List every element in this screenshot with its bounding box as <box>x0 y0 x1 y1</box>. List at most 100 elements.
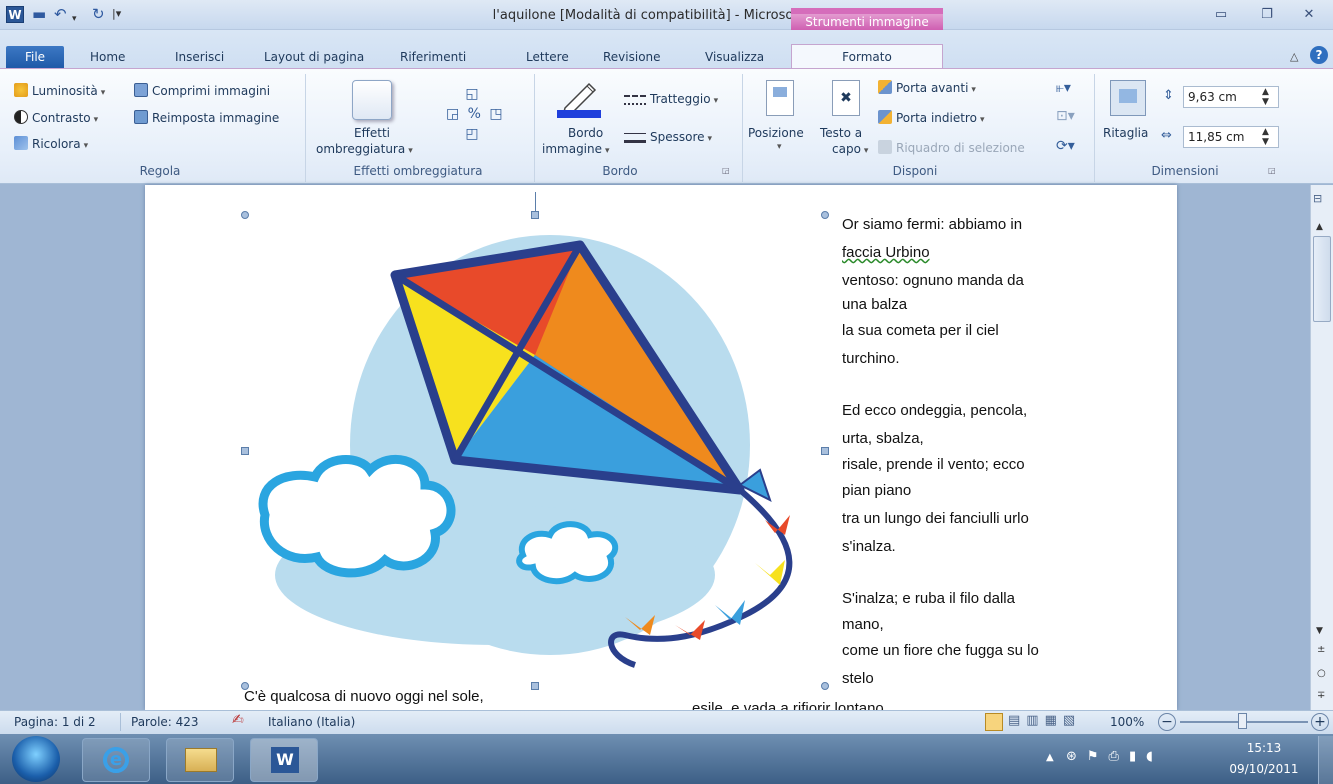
dimensioni-launcher-icon[interactable]: ◲ <box>1268 166 1276 175</box>
help-icon[interactable]: ? <box>1310 46 1328 64</box>
bordo-label-1[interactable]: Bordo <box>568 126 603 140</box>
redo-icon[interactable]: ↻ <box>92 6 105 22</box>
ie-taskbar-button[interactable]: e <box>82 738 150 782</box>
shadow-effects-button[interactable]: ombreggiatura ▾ <box>316 142 413 156</box>
separator <box>305 74 306 182</box>
rotate-stem <box>535 192 536 212</box>
ie-icon: e <box>103 747 129 773</box>
zoom-out-button[interactable]: − <box>1158 713 1176 731</box>
crop-icon[interactable] <box>1110 80 1146 116</box>
clock-date[interactable]: 09/10/2011 <box>1222 762 1306 776</box>
view-mode-icons[interactable]: ▤▥▦▧ <box>1008 713 1081 728</box>
resize-handle[interactable] <box>821 211 829 219</box>
ruler-toggle-icon[interactable]: ⊟ <box>1313 192 1322 205</box>
save-icon[interactable]: ▬ <box>32 6 46 22</box>
luminosita-button[interactable]: Luminosità ▾ <box>14 83 105 98</box>
word-app-icon[interactable]: W <box>6 6 24 23</box>
text-line: come un fiore che fugga su lo <box>842 642 1039 659</box>
start-button[interactable] <box>12 736 60 782</box>
page-count[interactable]: Pagina: 1 di 2 <box>14 715 96 729</box>
scroll-up-icon[interactable]: ▲ <box>1316 222 1323 232</box>
text-line: pian piano <box>842 482 912 499</box>
tratteggio-button[interactable]: Tratteggio ▾ <box>624 92 718 106</box>
minimize-ribbon-icon[interactable]: △ <box>1290 50 1298 63</box>
tab-file[interactable]: File <box>6 46 64 68</box>
posizione-dropdown-icon[interactable]: ▾ <box>777 142 782 152</box>
comprimi-immagini-button[interactable]: Comprimi immagini <box>134 83 270 98</box>
posizione-button[interactable]: Posizione <box>748 126 804 140</box>
spessore-button[interactable]: Spessore ▾ <box>624 130 712 144</box>
tab-home[interactable]: Home <box>90 50 125 64</box>
resize-handle[interactable] <box>241 447 249 455</box>
minimize-icon[interactable]: ▭ <box>1210 6 1232 24</box>
clock-time[interactable]: 15:13 <box>1234 741 1294 755</box>
position-icon[interactable] <box>766 80 794 116</box>
group-icon[interactable]: ⊡▾ <box>1056 108 1075 124</box>
undo-dropdown-icon[interactable]: ▾ <box>72 11 77 27</box>
bordo-launcher-icon[interactable]: ◲ <box>722 166 730 175</box>
rotate-icon[interactable]: ⟳▾ <box>1056 138 1075 154</box>
tab-revisione[interactable]: Revisione <box>603 50 661 64</box>
dash-icon <box>624 95 646 105</box>
align-icon[interactable]: ⫦▾ <box>1056 80 1071 96</box>
tab-visualizza[interactable]: Visualizza <box>705 50 764 64</box>
testo-a-capo-label[interactable]: Testo a <box>820 126 862 140</box>
restore-icon[interactable]: ❐ <box>1256 6 1278 24</box>
zoom-slider-thumb[interactable] <box>1238 713 1247 729</box>
spellcheck-icon[interactable]: ✍ <box>232 712 244 728</box>
tab-lettere[interactable]: Lettere <box>526 50 569 64</box>
print-layout-icon[interactable] <box>985 713 1003 731</box>
width-spinner[interactable]: ▲ ▼ <box>1262 127 1269 147</box>
folder-icon <box>185 748 217 772</box>
customize-qat-icon[interactable]: |▾ <box>112 6 121 22</box>
testo-a-capo-button[interactable]: capo ▾ <box>832 142 868 156</box>
language[interactable]: Italiano (Italia) <box>268 715 355 729</box>
group-label-dimensioni: Dimensioni <box>1151 164 1219 178</box>
resize-handle[interactable] <box>531 682 539 690</box>
contrasto-button[interactable]: Contrasto ▾ <box>14 110 98 125</box>
height-spinner[interactable]: ▲ ▼ <box>1262 87 1269 107</box>
zoom-in-button[interactable]: + <box>1311 713 1329 731</box>
previous-page-icon[interactable]: ± <box>1317 644 1325 655</box>
text-line: ventoso: ognuno manda da <box>842 272 1024 289</box>
tray-icons[interactable]: ⊛⚑⎙▮◖ <box>1066 749 1163 764</box>
close-icon[interactable]: ✕ <box>1298 6 1320 24</box>
ritaglia-button[interactable]: Ritaglia <box>1103 126 1148 140</box>
bordo-immagine-button[interactable]: immagine ▾ <box>542 142 610 156</box>
resize-handle[interactable] <box>531 211 539 219</box>
porta-avanti-button[interactable]: Porta avanti ▾ <box>878 80 976 95</box>
shadow-effects-icon[interactable] <box>352 80 392 120</box>
context-tool-title: Strumenti immagine <box>791 14 943 30</box>
tab-formato[interactable]: Formato <box>791 44 943 69</box>
text-line: Ed ecco ondeggia, pencola, <box>842 402 1028 419</box>
porta-indietro-button[interactable]: Porta indietro ▾ <box>878 110 984 125</box>
weight-icon <box>624 133 646 143</box>
wrap-text-icon[interactable]: ✖ <box>832 80 860 116</box>
next-page-icon[interactable]: ∓ <box>1317 690 1325 701</box>
scroll-thumb[interactable] <box>1313 236 1331 322</box>
undo-icon[interactable]: ↶ <box>54 6 67 22</box>
riquadro-selezione-button[interactable]: Riquadro di selezione <box>878 140 1025 155</box>
tab-layout[interactable]: Layout di pagina <box>264 50 364 64</box>
resize-handle[interactable] <box>821 682 829 690</box>
shadow-effects-label-1[interactable]: Effetti <box>348 126 396 140</box>
text-line: tra un lungo dei fanciulli urlo <box>842 510 1029 527</box>
nudge-shadow-icons[interactable]: ◱ ◲ % ◳ ◰ <box>446 84 505 144</box>
scroll-down-icon[interactable]: ▼ <box>1316 626 1323 636</box>
tab-inserisci[interactable]: Inserisci <box>175 50 224 64</box>
ricolora-button[interactable]: Ricolora ▾ <box>14 136 88 151</box>
explorer-taskbar-button[interactable] <box>166 738 234 782</box>
reset-picture-icon <box>134 110 148 124</box>
browse-object-icon[interactable]: ○ <box>1317 668 1326 679</box>
zoom-level[interactable]: 100% <box>1110 715 1144 729</box>
selection-pane-icon <box>878 140 892 154</box>
kite-picture[interactable] <box>245 215 825 685</box>
word-taskbar-button[interactable]: W <box>250 738 318 782</box>
show-desktop-button[interactable] <box>1318 736 1333 784</box>
resize-handle[interactable] <box>241 211 249 219</box>
show-hidden-icons[interactable]: ▲ <box>1046 752 1054 763</box>
tab-riferimenti[interactable]: Riferimenti <box>400 50 466 64</box>
word-count[interactable]: Parole: 423 <box>131 715 199 729</box>
reimposta-immagine-button[interactable]: Reimposta immagine <box>134 110 279 125</box>
resize-handle[interactable] <box>821 447 829 455</box>
